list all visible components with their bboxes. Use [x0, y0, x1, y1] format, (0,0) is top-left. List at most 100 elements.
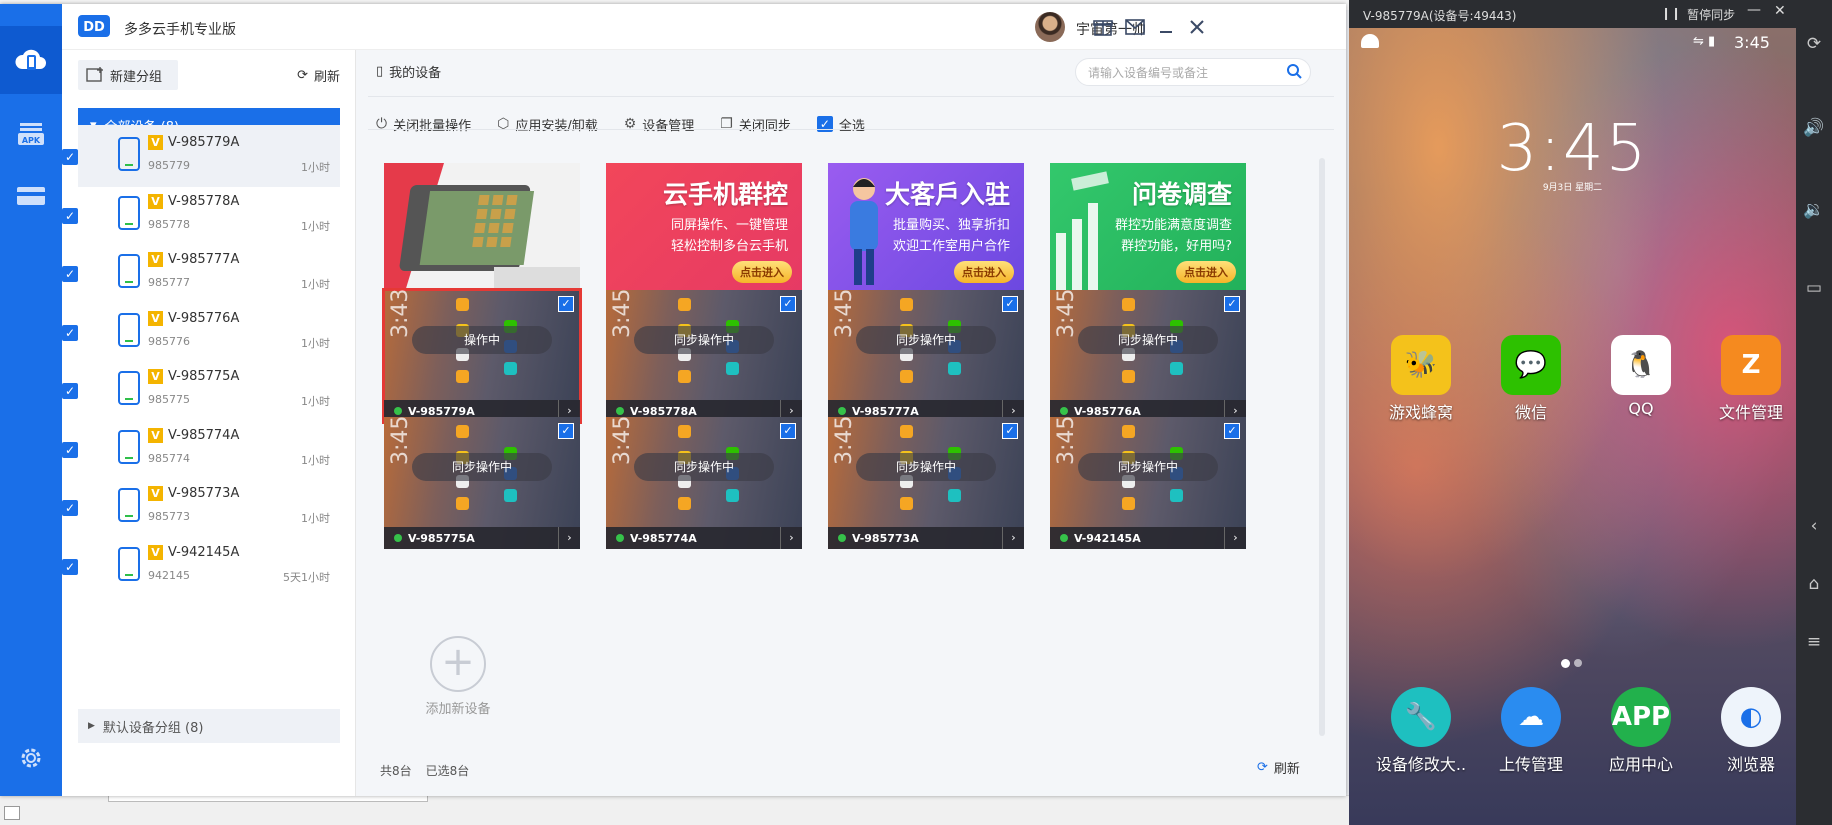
- pause-sync-button[interactable]: ❙❙ 暂停同步: [1661, 6, 1735, 23]
- chevron-right-icon[interactable]: ›: [1224, 527, 1246, 549]
- footer-refresh-button[interactable]: ⟳ 刷新: [1257, 758, 1300, 777]
- device-screen-card[interactable]: 3:45 同步操作中 ✓ V-985777A ›: [828, 290, 1024, 422]
- device-list-item[interactable]: ✓ V V-985779A 985779 1小时: [62, 125, 340, 187]
- screen-checkbox[interactable]: ✓: [780, 423, 796, 439]
- banner-tablet[interactable]: [384, 163, 580, 295]
- online-dot-icon: [1060, 534, 1068, 542]
- android-icon: [1361, 34, 1379, 48]
- back-icon[interactable]: ‹: [1796, 512, 1832, 540]
- device-list-item[interactable]: ✓ V V-985774A 985774 1小时: [62, 418, 340, 480]
- banner-enter-button[interactable]: 点击进入: [954, 261, 1014, 283]
- home-icon[interactable]: ⌂: [1796, 570, 1832, 598]
- screen-checkbox[interactable]: ✓: [780, 296, 796, 312]
- minimize-icon[interactable]: [1155, 16, 1177, 38]
- device-list-item[interactable]: ✓ V V-942145A 942145 5天1小时: [62, 535, 340, 597]
- screen-checkbox[interactable]: ✓: [1224, 296, 1240, 312]
- screen-status: 同步操作中: [856, 453, 996, 481]
- search-input[interactable]: [1088, 64, 1278, 82]
- device-screen-card[interactable]: 3:45 同步操作中 ✓ V-985778A ›: [606, 290, 802, 422]
- screen-checkbox[interactable]: ✓: [558, 296, 574, 312]
- gift-icon[interactable]: [1092, 16, 1114, 38]
- device-screen-card[interactable]: 3:45 同步操作中 ✓ V-942145A ›: [1050, 417, 1246, 549]
- group-refresh-button[interactable]: ⟳ 刷新: [297, 60, 340, 90]
- nav-apk[interactable]: APK: [0, 98, 62, 166]
- preview-minimize-icon[interactable]: —: [1747, 2, 1761, 18]
- new-group-button[interactable]: 新建分组: [78, 60, 178, 90]
- device-checkbox[interactable]: ✓: [62, 441, 78, 458]
- app-install-button[interactable]: ⬡ 应用安装/卸载: [497, 115, 598, 134]
- device-list-item[interactable]: ✓ V V-985775A 985775 1小时: [62, 359, 340, 421]
- device-checkbox[interactable]: ✓: [62, 500, 78, 516]
- phone-icon: [118, 137, 140, 171]
- device-screen-card[interactable]: 3:45 同步操作中 ✓ V-985774A ›: [606, 417, 802, 549]
- close-icon[interactable]: [1186, 16, 1208, 38]
- folder-icon[interactable]: ▭: [1796, 274, 1832, 302]
- volume-up-icon[interactable]: 🔊: [1796, 114, 1832, 142]
- refresh-icon: ⟳: [297, 67, 308, 83]
- device-list-item[interactable]: ✓ V V-985777A 985777 1小时: [62, 242, 340, 304]
- close-sync-button[interactable]: ❐ 关闭同步: [720, 115, 791, 134]
- app-install-label: 应用安装/卸载: [515, 118, 598, 134]
- chevron-right-icon[interactable]: ›: [558, 527, 580, 549]
- banner-enterprise[interactable]: 大客戶入驻 批量购买、独享折扣 欢迎工作室用户合作 点击进入: [828, 163, 1024, 295]
- select-all-checkbox[interactable]: ✓ 全选: [816, 115, 865, 134]
- device-screen-card[interactable]: 3:45 同步操作中 ✓ V-985775A ›: [384, 417, 580, 549]
- menu-icon[interactable]: ≡: [1796, 628, 1832, 656]
- device-screen-card[interactable]: 3:45 同步操作中 ✓ V-985773A ›: [828, 417, 1024, 549]
- scrollbar[interactable]: [1319, 158, 1325, 736]
- close-batch-button[interactable]: ⏻ 关闭批量操作: [376, 115, 471, 134]
- device-screen-card[interactable]: 3:43 操作中 ✓ V-985779A ›: [382, 288, 582, 424]
- device-screen-card[interactable]: 3:45 同步操作中 ✓ V-985776A ›: [1050, 290, 1246, 422]
- add-device-button[interactable]: + 添加新设备: [408, 636, 508, 717]
- phone-app-icon[interactable]: ☁ 上传管理: [1481, 687, 1581, 775]
- mail-icon[interactable]: [1124, 16, 1146, 38]
- device-checkbox[interactable]: ✓: [62, 558, 78, 575]
- phone-app-icon[interactable]: Z 文件管理: [1701, 335, 1796, 423]
- volume-down-icon[interactable]: 🔉: [1796, 196, 1832, 224]
- screen-device-name: V-942145A: [1074, 531, 1141, 545]
- screen-checkbox[interactable]: ✓: [558, 423, 574, 439]
- phone-app-icon[interactable]: 🐧 QQ: [1591, 335, 1691, 418]
- screen-footer: V-985774A ›: [606, 527, 802, 549]
- banner-group-control[interactable]: 云手机群控 同屏操作、一键管理 轻松控制多台云手机 点击进入: [606, 163, 802, 295]
- device-checkbox[interactable]: ✓: [62, 383, 78, 399]
- phone-app-icon[interactable]: 💬 微信: [1481, 335, 1581, 423]
- rotate-icon[interactable]: ⟳: [1796, 30, 1832, 58]
- device-checkbox[interactable]: ✓: [62, 207, 78, 224]
- screen-checkbox[interactable]: ✓: [1224, 423, 1240, 439]
- nav-cloud-phone[interactable]: [0, 26, 62, 94]
- screen-device-name: V-985773A: [852, 531, 919, 545]
- phone-app-label: 设备修改大..: [1375, 755, 1467, 774]
- device-checkbox[interactable]: ✓: [62, 149, 78, 165]
- device-checkbox[interactable]: ✓: [62, 324, 78, 341]
- device-list-item[interactable]: ✓ V V-985776A 985776 1小时: [62, 301, 340, 363]
- screen-status: 同步操作中: [412, 453, 552, 481]
- device-list-item[interactable]: ✓ V V-985778A 985778 1小时: [62, 184, 340, 246]
- screen-checkbox[interactable]: ✓: [1002, 296, 1018, 312]
- nav-card[interactable]: [0, 162, 62, 230]
- phone-app-icon[interactable]: 🔧 设备修改大..: [1371, 687, 1471, 775]
- banner-survey[interactable]: 问卷调查 群控功能满意度调查 群控功能，好用吗? 点击进入: [1050, 163, 1246, 295]
- device-manage-button[interactable]: ⚙ 设备管理: [624, 115, 695, 134]
- device-checkbox[interactable]: ✓: [62, 266, 78, 282]
- new-group-label: 新建分组: [110, 69, 163, 85]
- chevron-right-icon[interactable]: ›: [1002, 527, 1024, 549]
- app-glyph-icon: ◐: [1721, 687, 1781, 747]
- search-icon[interactable]: [1286, 63, 1302, 82]
- phone-app-icon[interactable]: 🐝 游戏蜂窝: [1371, 335, 1471, 423]
- avatar[interactable]: [1035, 12, 1065, 42]
- phone-screen[interactable]: ⇋ ▮ 3:45 3:45 9月3日 星期二 🐝 游戏蜂窝 💬 微信 🐧 QQ Z 文件管理 …: [1349, 28, 1796, 825]
- nav-settings[interactable]: [0, 731, 62, 785]
- phone-app-icon[interactable]: APP 应用中心: [1591, 687, 1691, 775]
- screen-checkbox[interactable]: ✓: [1002, 423, 1018, 439]
- preview-close-icon[interactable]: ✕: [1774, 3, 1786, 19]
- phone-app-icon[interactable]: ◐ 浏览器: [1701, 687, 1796, 775]
- banner-enter-button[interactable]: 点击进入: [1176, 261, 1236, 283]
- default-group[interactable]: ▶ 默认设备分组 (8): [78, 709, 340, 743]
- chevron-right-icon[interactable]: ›: [780, 527, 802, 549]
- footer-status: 共8台 已选8台: [380, 762, 469, 779]
- banner-enter-button[interactable]: 点击进入: [732, 261, 792, 283]
- device-list-item[interactable]: ✓ V V-985773A 985773 1小时: [62, 476, 340, 538]
- screen-device-name: V-985778A: [630, 404, 697, 418]
- app-dot-icon: [1170, 489, 1183, 502]
